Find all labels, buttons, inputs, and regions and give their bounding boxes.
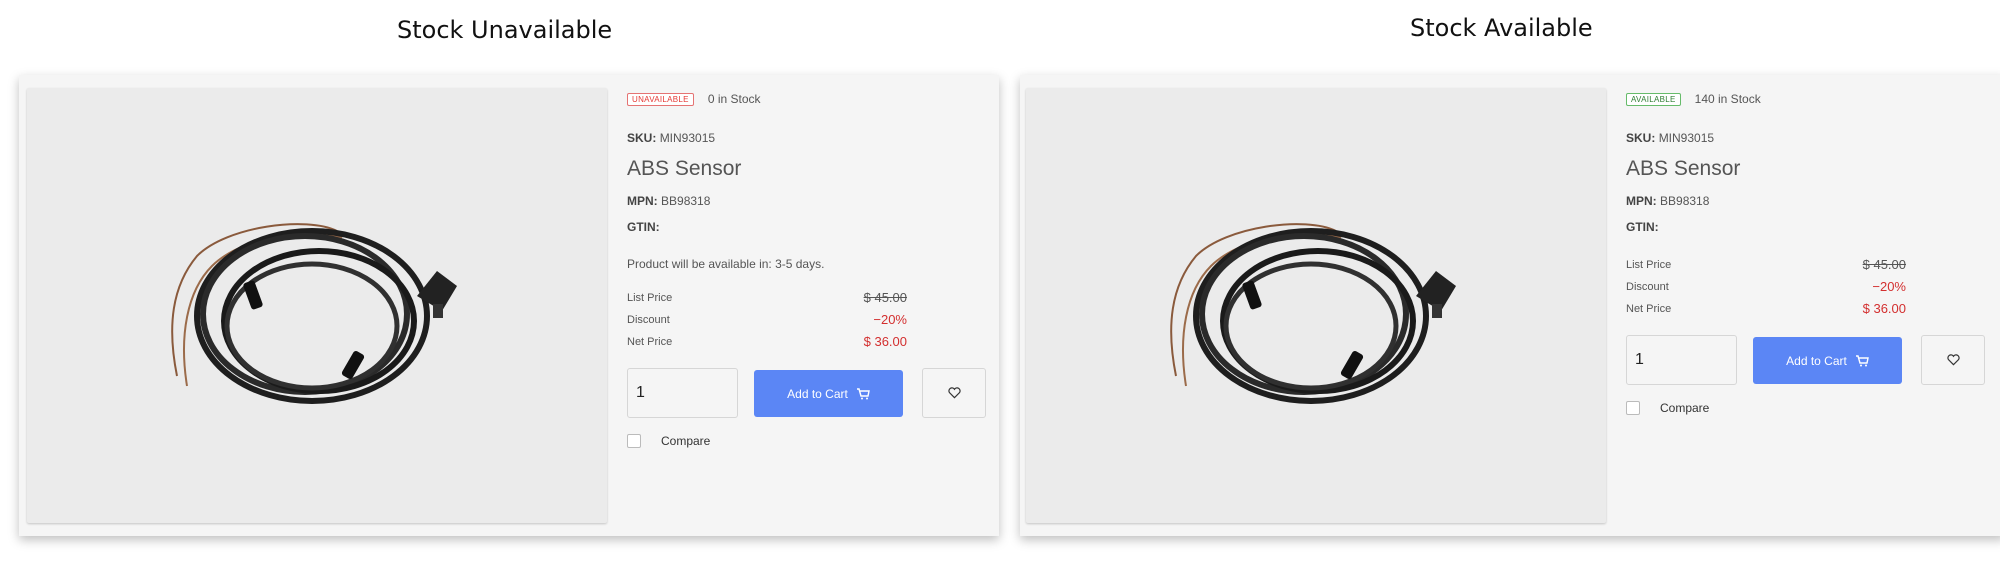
cart-icon [1855,354,1869,366]
discount-row: Discount −20% [627,312,907,327]
mpn-value: BB98318 [661,194,711,208]
net-price-value: $ 36.00 [863,334,907,349]
list-price-label: List Price [627,292,673,304]
product-name: ABS Sensor [627,157,742,180]
status-badge: UNAVAILABLE [627,92,694,106]
product-card-unavailable: UNAVAILABLE 0 in Stock SKU: MIN93015 ABS… [19,75,999,536]
gtin-row: GTIN: [1626,220,1659,234]
compare-checkbox[interactable] [627,434,641,448]
discount-value: −20% [1872,279,1906,294]
compare-row: Compare [1626,401,1709,415]
discount-label: Discount [627,314,670,326]
list-price-row: List Price $ 45.00 [1626,257,1906,272]
list-price-label: List Price [1626,259,1672,271]
stock-row: UNAVAILABLE 0 in Stock [627,92,761,106]
list-price-value: $ 45.00 [1862,257,1906,272]
gtin-label: GTIN: [1626,220,1659,234]
compare-label[interactable]: Compare [1660,401,1709,415]
net-price-label: Net Price [627,336,673,348]
mpn-label: MPN: [1626,194,1657,208]
list-price-row: List Price $ 45.00 [627,290,907,305]
mpn-row: MPN: BB98318 [627,194,710,208]
stock-count: 0 in Stock [707,92,761,106]
compare-label[interactable]: Compare [661,434,710,448]
panel-heading-available: Stock Available [1410,14,1593,42]
product-name: ABS Sensor [1626,157,1741,180]
discount-label: Discount [1626,281,1669,293]
mpn-label: MPN: [627,194,658,208]
mpn-row: MPN: BB98318 [1626,194,1709,208]
list-price-value: $ 45.00 [863,290,907,305]
sku-label: SKU: [1626,131,1656,145]
compare-row: Compare [627,434,710,448]
quantity-input[interactable] [627,368,738,418]
availability-note: Product will be available in: 3-5 days. [627,257,825,271]
quantity-input[interactable] [1626,335,1737,385]
discount-row: Discount −20% [1626,279,1906,294]
panel-heading-unavailable: Stock Unavailable [397,16,613,44]
status-badge: AVAILABLE [1626,92,1681,106]
product-image-cable [1170,222,1456,404]
product-image-cable [171,222,457,404]
discount-value: −20% [873,312,907,327]
sku-row: SKU: MIN93015 [627,131,715,145]
net-price-row: Net Price $ 36.00 [627,334,907,349]
sku-value: MIN93015 [659,131,716,145]
cart-icon [856,387,870,399]
compare-checkbox[interactable] [1626,401,1640,415]
product-image[interactable] [1026,88,1606,523]
add-to-cart-label: Add to Cart [1786,353,1847,368]
net-price-row: Net Price $ 36.00 [1626,301,1906,316]
heart-icon [1946,354,1960,366]
gtin-label: GTIN: [627,220,660,234]
heart-icon [947,387,961,399]
wishlist-button[interactable] [1921,335,1985,385]
add-to-cart-label: Add to Cart [787,386,848,401]
stock-row: AVAILABLE 140 in Stock [1626,92,1761,106]
sku-label: SKU: [627,131,657,145]
product-card-available: AVAILABLE 140 in Stock SKU: MIN93015 ABS… [1020,75,2000,536]
wishlist-button[interactable] [922,368,986,418]
net-price-value: $ 36.00 [1862,301,1906,316]
mpn-value: BB98318 [1660,194,1710,208]
product-image[interactable] [27,88,607,523]
add-to-cart-button[interactable]: Add to Cart [754,370,903,417]
stock-count: 140 in Stock [1694,92,1761,106]
sku-value: MIN93015 [1658,131,1715,145]
add-to-cart-button[interactable]: Add to Cart [1753,337,1902,384]
net-price-label: Net Price [1626,303,1672,315]
gtin-row: GTIN: [627,220,660,234]
sku-row: SKU: MIN93015 [1626,131,1714,145]
